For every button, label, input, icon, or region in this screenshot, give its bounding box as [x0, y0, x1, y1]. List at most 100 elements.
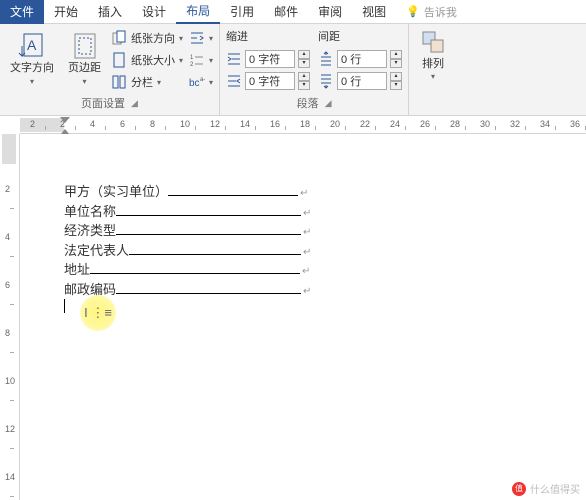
indent-left-row: 0 字符 ▴▾ — [226, 48, 310, 70]
return-mark-icon: ↵ — [303, 206, 311, 221]
arrange-label: 排列 — [422, 58, 444, 70]
return-mark-icon: ↵ — [303, 225, 311, 240]
return-mark-icon: ↵ — [303, 284, 311, 299]
watermark: 值 什么值得买 — [512, 481, 580, 496]
doc-line-3[interactable]: 经济类型 ↵ — [64, 221, 586, 241]
doc-line-2[interactable]: 单位名称 ↵ — [64, 202, 586, 222]
spacing-after-icon — [318, 73, 334, 89]
text-direction-button[interactable]: A 文字方向 ▾ — [6, 26, 58, 92]
line-numbers-icon: 12 — [189, 52, 205, 68]
columns-label: 分栏 — [131, 74, 153, 90]
svg-text:2: 2 — [190, 62, 194, 68]
svg-text:bc: bc — [189, 78, 200, 89]
spacing-before-row: 0 行 ▴▾ — [318, 48, 402, 70]
field-underline — [90, 261, 300, 274]
spacing-after-input[interactable]: 0 行 — [337, 72, 387, 90]
field-label: 经济类型 — [64, 221, 116, 241]
doc-line-5[interactable]: 地址↵ — [64, 260, 586, 280]
margins-icon — [71, 32, 99, 60]
doc-line-1[interactable]: 甲方（实习单位）↵ — [64, 182, 586, 202]
document-page[interactable]: 甲方（实习单位）↵ 单位名称 ↵ 经济类型 ↵ 法定代表人 ↵ 地址↵ 邮政编码 ↵ — [20, 134, 586, 500]
horizontal-ruler[interactable]: 224681012141618202224262830323436 — [20, 116, 586, 134]
spin-down[interactable]: ▾ — [298, 81, 310, 90]
field-label: 甲方（实习单位） — [64, 182, 168, 202]
spin-down[interactable]: ▾ — [298, 59, 310, 68]
chevron-down-icon: ▾ — [209, 34, 213, 43]
text-direction-label: 文字方向 — [10, 62, 54, 74]
indent-left-input[interactable]: 0 字符 — [245, 50, 295, 68]
tab-design[interactable]: 设计 — [132, 0, 176, 24]
spin-up[interactable]: ▴ — [390, 50, 402, 59]
arrange-icon — [419, 28, 447, 56]
field-label: 单位名称 — [64, 202, 116, 222]
spacing-before-icon — [318, 51, 334, 67]
indent-header: 缩进 — [226, 26, 310, 48]
hyphenation-button[interactable]: bca- ▾ — [189, 72, 213, 92]
page-setup-label: 页面设置 — [81, 95, 125, 111]
indent-right-icon — [226, 73, 242, 89]
spin-down[interactable]: ▾ — [390, 81, 402, 90]
orientation-button[interactable]: 纸张方向 ▾ — [111, 28, 183, 48]
margins-button[interactable]: 页边距 ▾ — [64, 26, 105, 92]
spin-down[interactable]: ▾ — [390, 59, 402, 68]
bulb-icon: 💡 — [406, 5, 420, 18]
arrange-button[interactable]: 排列 ▾ — [415, 26, 451, 83]
tab-file[interactable]: 文件 — [0, 0, 44, 24]
spacing-after-row: 0 行 ▴▾ — [318, 70, 402, 92]
size-button[interactable]: 纸张大小 ▾ — [111, 50, 183, 70]
spin-up[interactable]: ▴ — [390, 72, 402, 81]
watermark-text: 什么值得买 — [530, 481, 580, 496]
text-direction-icon: A — [18, 32, 46, 60]
field-underline — [116, 222, 301, 235]
vertical-ruler[interactable]: 2468101214 — [0, 134, 20, 500]
group-paragraph: 缩进 0 字符 ▴▾ 0 字符 ▴▾ 间距 0 行 ▴▾ — [220, 24, 409, 115]
dialog-launcher-icon[interactable]: ◢ — [131, 98, 138, 109]
tab-layout[interactable]: 布局 — [176, 0, 220, 24]
field-label: 邮政编码 — [64, 280, 116, 300]
doc-cursor-line[interactable] — [64, 299, 586, 313]
chevron-down-icon: ▾ — [82, 77, 86, 86]
doc-line-6[interactable]: 邮政编码 ↵ — [64, 280, 586, 300]
tab-review[interactable]: 审阅 — [308, 0, 352, 24]
chevron-down-icon: ▾ — [179, 34, 183, 43]
margins-label: 页边距 — [68, 62, 101, 74]
paragraph-label: 段落 — [297, 95, 319, 111]
indent-left-icon — [226, 51, 242, 67]
size-icon — [111, 52, 127, 68]
doc-line-4[interactable]: 法定代表人 ↵ — [64, 241, 586, 261]
tab-references[interactable]: 引用 — [220, 0, 264, 24]
svg-text:A: A — [27, 37, 37, 53]
hyphenation-icon: bca- — [189, 74, 205, 90]
tell-me[interactable]: 💡 告诉我 — [396, 0, 467, 24]
watermark-logo-icon: 值 — [512, 482, 526, 496]
columns-icon — [111, 74, 127, 90]
chevron-down-icon: ▾ — [209, 78, 213, 87]
columns-button[interactable]: 分栏 ▾ — [111, 72, 183, 92]
indent-right-input[interactable]: 0 字符 — [245, 72, 295, 90]
ribbon-tabs: 文件 开始 插入 设计 布局 引用 邮件 审阅 视图 💡 告诉我 — [0, 0, 586, 24]
spin-up[interactable]: ▴ — [298, 72, 310, 81]
svg-text:a-: a- — [200, 77, 205, 83]
line-numbers-button[interactable]: 12 ▾ — [189, 50, 213, 70]
tab-view[interactable]: 视图 — [352, 0, 396, 24]
breaks-button[interactable]: ▾ — [189, 28, 213, 48]
spin-up[interactable]: ▴ — [298, 50, 310, 59]
chevron-down-icon: ▾ — [30, 77, 34, 86]
spacing-before-input[interactable]: 0 行 — [337, 50, 387, 68]
orientation-label: 纸张方向 — [131, 30, 175, 46]
group-arrange: 排列 ▾ — [409, 24, 457, 115]
chevron-down-icon: ▾ — [179, 56, 183, 65]
spacing-header: 间距 — [318, 26, 402, 48]
field-underline — [116, 203, 301, 216]
tab-insert[interactable]: 插入 — [88, 0, 132, 24]
field-label: 法定代表人 — [64, 241, 129, 261]
chevron-down-icon: ▾ — [209, 56, 213, 65]
dialog-launcher-icon[interactable]: ◢ — [325, 98, 332, 109]
tab-mailings[interactable]: 邮件 — [264, 0, 308, 24]
return-mark-icon: ↵ — [303, 245, 311, 260]
size-label: 纸张大小 — [131, 52, 175, 68]
indent-right-row: 0 字符 ▴▾ — [226, 70, 310, 92]
field-underline — [116, 281, 301, 294]
tab-home[interactable]: 开始 — [44, 0, 88, 24]
text-cursor — [64, 299, 65, 313]
